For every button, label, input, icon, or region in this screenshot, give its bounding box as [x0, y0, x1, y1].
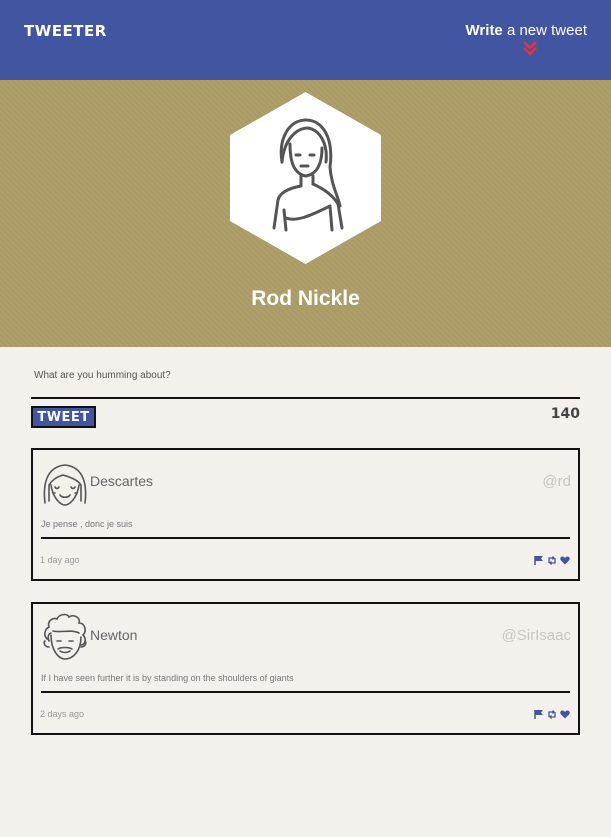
tweet-actions [534, 555, 570, 567]
profile-avatar [230, 92, 381, 264]
tweet-author-name[interactable]: Newton [90, 627, 137, 643]
heart-icon[interactable] [560, 709, 570, 720]
flag-icon[interactable] [534, 709, 544, 720]
tweet-card: Descartes @rd Je pense , donc je suis 1 … [31, 448, 580, 581]
retweet-icon[interactable] [547, 709, 557, 720]
tweet-timestamp: 2 days ago [40, 709, 85, 719]
flag-icon[interactable] [534, 555, 544, 566]
profile-banner: Rod Nickle [0, 80, 611, 347]
write-new-tweet-link[interactable]: Write a new tweet [466, 22, 587, 39]
top-nav: TWEETER Write a new tweet [0, 0, 611, 80]
write-label: Write [465, 22, 503, 39]
composer-underline [31, 397, 580, 399]
brand-logo[interactable]: TWEETER [24, 22, 107, 40]
tweet-timestamp: 1 day ago [40, 555, 80, 565]
double-chevron-down-icon[interactable] [522, 40, 538, 56]
composer-prompt[interactable]: What are you humming about? [34, 370, 171, 381]
new-tweet-label: a new tweet [502, 22, 587, 39]
tweet-author-handle[interactable]: @rd [542, 473, 571, 490]
tweet-divider [41, 537, 570, 539]
tweet-actions [534, 709, 570, 721]
tweet-author-handle[interactable]: @SirIsaac [502, 627, 571, 644]
tweet-author-name[interactable]: Descartes [90, 473, 153, 489]
retweet-icon[interactable] [547, 555, 557, 566]
tweet-divider [41, 691, 570, 693]
char-count: 140 [550, 406, 580, 422]
heart-icon[interactable] [560, 555, 570, 566]
curly-hair-man-avatar-icon [43, 613, 87, 660]
profile-name: Rod Nickle [251, 287, 360, 310]
tweet-button[interactable]: TWEET [31, 406, 96, 428]
tweet-card: Newton @SirIsaac If I have seen further … [31, 602, 580, 735]
tweet-text: Je pense , donc je suis [41, 519, 133, 529]
tweet-text: If I have seen further it is by standing… [41, 673, 294, 683]
girl-avatar-icon [43, 464, 87, 506]
